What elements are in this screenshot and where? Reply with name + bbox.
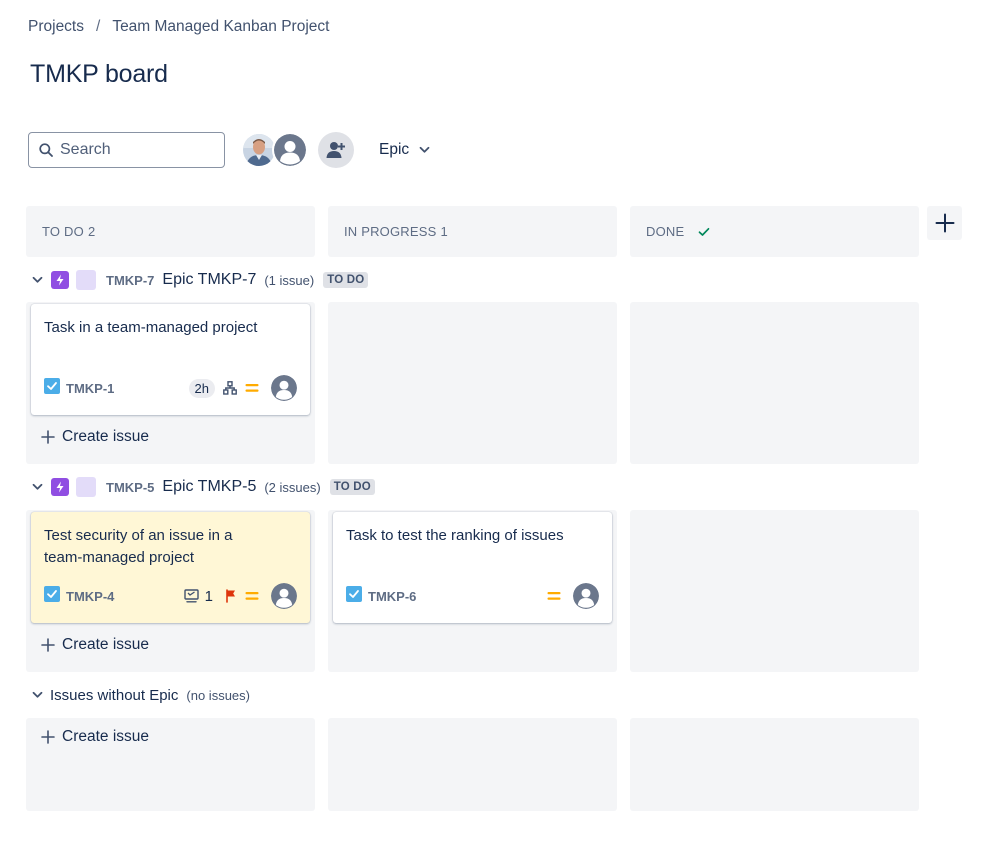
search-icon [39,143,53,157]
swimlane-name: Issues without Epic [50,686,179,704]
column-issue-count: 2 [87,224,96,239]
create-issue-label: Create issue [62,636,150,653]
epic-name: Epic TMKP-5 [162,478,257,495]
chevron-down-icon [419,146,430,153]
board-cell [630,302,919,464]
collapse-chevron-icon[interactable] [28,276,46,284]
search-input[interactable] [60,141,210,159]
group-by-dropdown[interactable]: Epic [372,134,437,166]
child-issue-count: 1 [204,587,213,605]
page-title: TMKP board [30,60,168,88]
plus-icon [41,430,55,444]
create-issue-label: Create issue [62,428,150,445]
create-issue-button[interactable]: Create issue [41,728,149,746]
search-box[interactable] [28,132,225,168]
child-issues-icon [183,589,199,603]
epic-color-swatch [76,270,96,290]
create-issue-button[interactable]: Create issue [41,636,149,654]
priority-medium-icon [245,383,259,393]
collapse-chevron-icon[interactable] [28,691,46,699]
card-summary: Task to test the ranking of issues [346,527,564,544]
column-label: IN PROGRESS [344,224,437,239]
swimlane-header-tmkp-7[interactable]: TMKP-7 Epic TMKP-7 (1 issue) TO DO [28,268,369,292]
card-footer: TMKP-4 1 [44,583,297,609]
person-photo-icon [243,134,275,166]
add-people-button[interactable] [318,132,354,168]
breadcrumb-projects-link[interactable]: Projects [28,18,84,36]
epic-name: Epic TMKP-7 [162,271,257,288]
column-header-todo[interactable]: TO DO 2 [26,206,315,257]
user-avatar-default[interactable] [272,132,308,168]
add-column-button[interactable] [927,206,962,240]
priority-medium-icon [245,591,259,601]
checkbox-icon [44,585,60,607]
plus-icon [935,213,954,233]
person-icon [573,583,599,609]
group-by-label: Epic [379,141,410,158]
epic-issue-count: (1 issue) [264,272,315,288]
priority-medium-icon [547,591,561,601]
issue-card-tmkp-1[interactable]: Task in a team-managed project TMKP-1 2h [31,304,310,415]
column-header-in-progress[interactable]: IN PROGRESS 1 [328,206,617,257]
issue-card-tmkp-6[interactable]: Task to test the ranking of issues TMKP-… [333,512,612,623]
assignee-avatar[interactable] [271,375,297,401]
card-summary: Test security of an issue in a team-mana… [44,527,233,566]
checkbox-icon [44,377,60,399]
epic-lightning-icon [51,271,69,289]
done-check-icon [698,227,710,237]
status-lozenge: TO DO [323,272,369,288]
subtask-hierarchy-icon [223,381,237,395]
assignee-avatar[interactable] [573,583,599,609]
column-label: DONE [646,224,685,239]
issue-card-tmkp-4[interactable]: Test security of an issue in a team-mana… [31,512,310,623]
swimlane-header-tmkp-5[interactable]: TMKP-5 Epic TMKP-5 (2 issues) TO DO [28,475,375,499]
column-issue-count: 1 [440,224,448,239]
plus-icon [41,730,55,744]
epic-issue-count: (2 issues) [264,479,321,495]
assignee-avatar[interactable] [271,583,297,609]
breadcrumb-separator: / [96,18,101,35]
collapse-chevron-icon[interactable] [28,483,46,491]
board-cell [328,718,617,811]
add-person-icon [326,142,345,158]
epic-color-swatch [76,477,96,497]
card-footer: TMKP-1 2h [44,375,297,401]
epic-key[interactable]: TMKP-5 [106,480,154,495]
board-cell [630,718,919,811]
board-cell [328,302,617,464]
person-icon [274,134,306,166]
person-icon [271,583,297,609]
swimlane-issue-count: (no issues) [186,687,250,703]
estimate-badge: 2h [188,378,215,398]
column-label: TO DO [42,224,84,239]
card-footer: TMKP-6 [346,583,599,609]
epic-lightning-icon [51,478,69,496]
status-lozenge: TO DO [329,479,375,495]
epic-key[interactable]: TMKP-7 [106,273,154,288]
card-key[interactable]: TMKP-6 [368,589,416,604]
create-issue-label: Create issue [62,728,150,745]
create-issue-button[interactable]: Create issue [41,428,149,446]
card-key[interactable]: TMKP-1 [66,381,114,396]
column-header-done[interactable]: DONE [630,206,919,257]
assignee-filter [241,132,308,168]
breadcrumb-project-link[interactable]: Team Managed Kanban Project [112,18,329,36]
person-icon [271,375,297,401]
board-cell [630,510,919,672]
card-summary: Task in a team-managed project [44,319,258,336]
swimlane-header-no-epic[interactable]: Issues without Epic (no issues) [28,683,250,707]
card-key[interactable]: TMKP-4 [66,589,114,604]
checkbox-icon [346,585,362,607]
plus-icon [41,638,55,652]
breadcrumb: Projects / Team Managed Kanban Project [28,18,329,36]
flag-icon [225,589,237,603]
